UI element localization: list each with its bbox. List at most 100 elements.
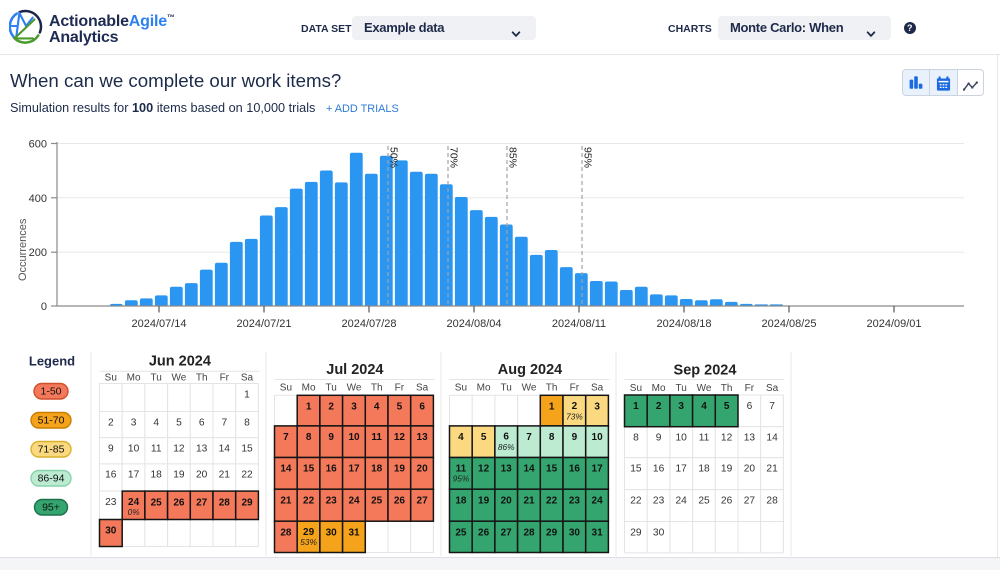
svg-text:10: 10 xyxy=(676,433,688,444)
svg-text:30: 30 xyxy=(653,527,665,538)
svg-text:4: 4 xyxy=(153,417,159,428)
svg-text:31: 31 xyxy=(592,527,604,538)
svg-text:3: 3 xyxy=(351,402,357,413)
svg-text:15: 15 xyxy=(630,464,642,475)
svg-text:8: 8 xyxy=(244,417,250,428)
svg-text:11: 11 xyxy=(699,433,710,444)
svg-text:18: 18 xyxy=(455,495,467,506)
svg-text:Tu: Tu xyxy=(676,383,687,394)
svg-text:2: 2 xyxy=(108,417,114,428)
svg-text:13: 13 xyxy=(501,464,513,475)
svg-text:31: 31 xyxy=(348,527,360,538)
svg-text:20: 20 xyxy=(744,464,756,475)
svg-text:2: 2 xyxy=(328,402,334,413)
svg-text:30: 30 xyxy=(105,526,117,537)
svg-text:21: 21 xyxy=(280,495,292,506)
svg-text:28: 28 xyxy=(219,497,231,508)
svg-text:3: 3 xyxy=(678,401,684,412)
svg-text:50%: 50% xyxy=(388,147,400,168)
svg-text:25: 25 xyxy=(698,495,710,506)
svg-text:9: 9 xyxy=(328,432,334,443)
svg-text:19: 19 xyxy=(394,464,406,475)
svg-text:23: 23 xyxy=(569,495,581,506)
svg-text:86-94: 86-94 xyxy=(38,473,65,485)
svg-text:Jun 2024: Jun 2024 xyxy=(149,354,211,370)
svg-text:9: 9 xyxy=(656,433,662,444)
svg-text:Fr: Fr xyxy=(745,383,755,394)
svg-text:15: 15 xyxy=(303,464,315,475)
svg-text:2024/08/04: 2024/08/04 xyxy=(446,318,501,330)
svg-text:8: 8 xyxy=(306,432,312,443)
svg-text:13: 13 xyxy=(744,433,756,444)
svg-text:25: 25 xyxy=(371,495,383,506)
svg-text:30: 30 xyxy=(326,527,338,538)
svg-text:Th: Th xyxy=(371,383,383,394)
svg-text:5: 5 xyxy=(481,432,487,443)
svg-text:6: 6 xyxy=(747,401,753,412)
svg-text:27: 27 xyxy=(417,495,429,506)
svg-text:Sa: Sa xyxy=(766,383,779,394)
svg-text:28: 28 xyxy=(523,527,535,538)
svg-text:0: 0 xyxy=(41,301,47,313)
svg-text:28: 28 xyxy=(280,527,292,538)
svg-text:1: 1 xyxy=(244,389,250,400)
svg-text:We: We xyxy=(522,383,537,394)
svg-text:5: 5 xyxy=(724,401,730,412)
svg-text:73%: 73% xyxy=(566,411,583,421)
svg-text:12: 12 xyxy=(173,444,185,455)
svg-text:14: 14 xyxy=(280,464,292,475)
svg-text:Su: Su xyxy=(630,383,642,394)
svg-text:23: 23 xyxy=(105,497,117,508)
svg-text:1-50: 1-50 xyxy=(40,386,61,398)
svg-text:7: 7 xyxy=(283,432,289,443)
svg-text:Th: Th xyxy=(196,373,208,384)
svg-text:19: 19 xyxy=(173,470,185,481)
svg-text:17: 17 xyxy=(676,464,688,475)
svg-text:16: 16 xyxy=(326,464,338,475)
svg-text:15: 15 xyxy=(546,464,558,475)
svg-text:1: 1 xyxy=(306,402,312,413)
svg-text:19: 19 xyxy=(478,495,490,506)
svg-text:1: 1 xyxy=(549,402,555,413)
svg-text:24: 24 xyxy=(676,495,688,506)
svg-text:22: 22 xyxy=(546,495,558,506)
svg-text:95+: 95+ xyxy=(42,502,60,514)
svg-text:Fr: Fr xyxy=(220,373,230,384)
svg-text:95%: 95% xyxy=(582,147,594,168)
svg-text:17: 17 xyxy=(128,470,140,481)
svg-text:Su: Su xyxy=(280,383,292,394)
svg-text:71-85: 71-85 xyxy=(38,444,65,456)
svg-text:7: 7 xyxy=(221,417,227,428)
svg-text:27: 27 xyxy=(744,495,756,506)
svg-text:7: 7 xyxy=(769,401,775,412)
svg-text:8: 8 xyxy=(549,432,555,443)
svg-text:11: 11 xyxy=(151,444,162,455)
svg-text:We: We xyxy=(347,383,362,394)
svg-text:Tu: Tu xyxy=(501,383,512,394)
svg-text:200: 200 xyxy=(29,247,47,259)
svg-text:12: 12 xyxy=(478,464,490,475)
svg-text:Sa: Sa xyxy=(591,383,604,394)
svg-text:21: 21 xyxy=(219,470,231,481)
svg-text:6: 6 xyxy=(419,402,425,413)
svg-text:16: 16 xyxy=(653,464,665,475)
svg-text:Sa: Sa xyxy=(416,383,429,394)
svg-text:85%: 85% xyxy=(507,147,519,168)
svg-text:17: 17 xyxy=(592,464,604,475)
svg-text:70%: 70% xyxy=(448,147,460,168)
svg-text:29: 29 xyxy=(241,497,253,508)
svg-text:Fr: Fr xyxy=(570,383,580,394)
svg-text:4: 4 xyxy=(458,432,464,443)
svg-text:Mo: Mo xyxy=(127,373,141,384)
svg-text:Mo: Mo xyxy=(652,383,666,394)
svg-text:29: 29 xyxy=(630,527,642,538)
svg-text:4: 4 xyxy=(374,402,380,413)
svg-text:15: 15 xyxy=(241,444,253,455)
svg-text:95%: 95% xyxy=(453,474,470,484)
svg-text:2024/08/11: 2024/08/11 xyxy=(552,318,606,330)
svg-text:2024/08/25: 2024/08/25 xyxy=(761,318,816,330)
svg-text:18: 18 xyxy=(151,470,163,481)
svg-text:20: 20 xyxy=(196,470,208,481)
svg-text:Aug 2024: Aug 2024 xyxy=(498,362,562,378)
svg-text:1: 1 xyxy=(633,401,639,412)
